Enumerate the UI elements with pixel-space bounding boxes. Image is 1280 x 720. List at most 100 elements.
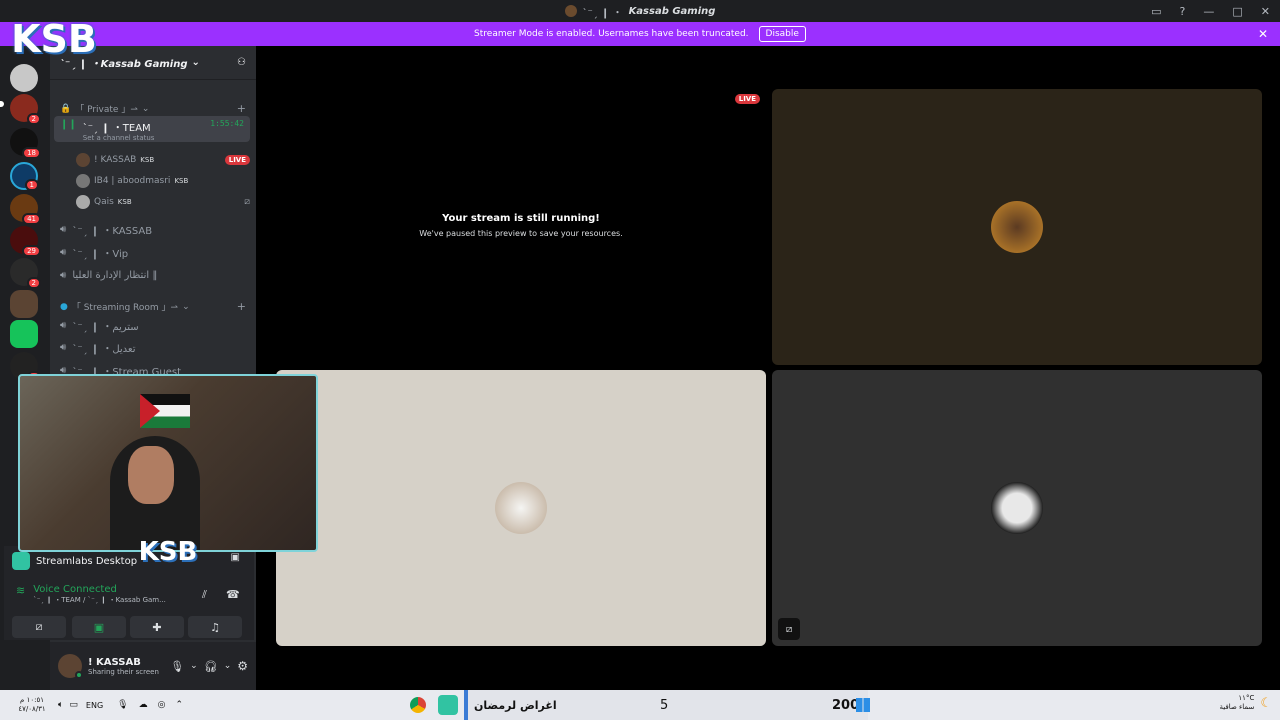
chevron-down-icon: ⌄ xyxy=(191,57,200,68)
soundboard-icon: ♫ xyxy=(210,620,220,634)
inbox-icon[interactable]: ▭ xyxy=(1151,5,1161,18)
voice-channel-vip[interactable]: 🔊︎ ˋ⁻ˏ ❙ ・Vip xyxy=(54,241,250,263)
taskbar: ١٠:٥١ م ٤٧/٠٨/٣١ 🔈︎ ▭ ENG 🎙︎ ☁ ◎ ⌃ اغراض… xyxy=(0,690,1280,720)
share-screen-button[interactable]: ▣ xyxy=(72,616,126,638)
volume-icon[interactable]: 🔈︎ xyxy=(58,700,63,710)
server-avatar-icon xyxy=(564,5,577,17)
minimize-button[interactable]: — xyxy=(1203,5,1214,18)
windows-start-icon[interactable] xyxy=(856,698,870,712)
server-icon[interactable]: 29 xyxy=(10,226,41,257)
server-icon[interactable]: 2 xyxy=(10,258,41,289)
stream-grid: LIVE Your stream is still running! We've… xyxy=(256,46,1280,690)
chrome-icon[interactable] xyxy=(410,697,426,713)
search-promo[interactable]: اغراض لرمضان 5 200 xyxy=(464,690,868,720)
soundboard-button[interactable]: ♫ xyxy=(188,616,242,638)
user-bar: ! KASSAB Sharing their screen 🎙︎ ⌄ 🎧︎ ⌄ … xyxy=(50,642,256,690)
activities-button[interactable]: ✚ xyxy=(130,616,184,638)
language-indicator[interactable]: ENG xyxy=(86,701,103,710)
chevron-down-icon[interactable]: ⌄ xyxy=(190,661,198,671)
settings-gear-icon[interactable]: ⚙ xyxy=(237,659,248,673)
weather-desc: سماء صافية xyxy=(1219,703,1255,711)
clock[interactable]: ١٠:٥١ م ٤٧/٠٨/٣١ xyxy=(12,696,52,714)
muted-icon: ⧄ xyxy=(778,618,800,640)
window-title-text: Kassab Gaming xyxy=(628,5,716,17)
close-banner-icon[interactable]: ✕ xyxy=(1258,27,1268,41)
chevron-down-icon: ⌄ xyxy=(141,103,150,114)
noise-suppression-icon[interactable]: ⫽ xyxy=(202,588,207,602)
streamlabs-icon[interactable] xyxy=(438,695,458,715)
live-badge: LIVE xyxy=(224,155,250,165)
voice-connected[interactable]: Voice Connected xyxy=(33,584,166,595)
participant-tile[interactable] xyxy=(276,370,766,646)
voice-status: ≋ Voice Connected ˋ⁻ˏ ❙ ・TEAM / ˋ⁻ˏ ❙ ・K… xyxy=(16,584,166,605)
channel-name: ˋ⁻ˏ ❙ ・Vip xyxy=(72,248,129,260)
microphone-icon[interactable]: 🎙︎ xyxy=(117,700,128,710)
user-name: IB4 | aboodmasri xyxy=(94,176,171,186)
user-name: ! KASSAB xyxy=(94,155,137,165)
participant-avatar xyxy=(991,482,1043,534)
participant-tile[interactable] xyxy=(772,89,1262,365)
logo-text: KSB xyxy=(138,537,198,567)
voice-channel-edit[interactable]: 🔊︎ ˋ⁻ˏ ❙ ・تعديل xyxy=(54,336,250,358)
avatar xyxy=(76,174,90,188)
maximize-button[interactable]: □ xyxy=(1232,5,1242,18)
disconnect-icon[interactable]: ☎ xyxy=(226,588,240,601)
server-icon[interactable]: 1 xyxy=(10,162,39,191)
voice-user[interactable]: IB4 | aboodmasri KSB xyxy=(76,171,250,191)
channel-name: انتظار الإدارة العليا ‖ xyxy=(72,269,158,281)
participant-avatar xyxy=(495,482,547,534)
server-icon[interactable]: 18 xyxy=(10,128,41,159)
screen-share-icon: ▣ xyxy=(93,620,105,634)
activities-icon: ✚ xyxy=(152,620,162,634)
weather-widget[interactable]: ١١°C سماء صافية ☾ xyxy=(1219,694,1272,712)
server-icon[interactable] xyxy=(10,290,38,318)
channel-name: ˋ⁻ˏ ❙ ・ستريم xyxy=(72,321,139,333)
clock-time: ١٠:٥١ م xyxy=(20,696,44,704)
headphones-icon[interactable]: 🎧︎ xyxy=(204,660,218,673)
server-icon[interactable]: 41 xyxy=(10,194,41,225)
voice-user[interactable]: Qais KSB ⧄ xyxy=(76,192,250,212)
server-icon[interactable]: 2 xyxy=(10,94,41,125)
channel-name: ˋ⁻ˏ ❙ ・KASSAB xyxy=(72,225,153,237)
voice-channel-team[interactable]: ❙❙ ˋ⁻ˏ ❙ ・TEAM Set a channel status 1:55… xyxy=(54,116,250,142)
app-name: Streamlabs Desktop xyxy=(36,555,138,567)
microphone-icon[interactable]: 🎙︎ xyxy=(170,660,184,673)
camera-button[interactable]: ⧄ xyxy=(12,616,66,638)
add-channel-icon[interactable]: + xyxy=(237,102,246,115)
stream-tile-self[interactable]: LIVE Your stream is still running! We've… xyxy=(276,89,766,365)
chevron-up-icon[interactable]: ⌃ xyxy=(175,700,183,710)
invite-icon[interactable]: ⚇ xyxy=(237,57,246,68)
streamlabs-row[interactable]: Streamlabs Desktop xyxy=(12,552,137,570)
server-icon[interactable] xyxy=(10,320,38,348)
lock-icon: 🔒 xyxy=(60,103,72,114)
avatar[interactable] xyxy=(58,654,83,679)
speaker-icon: 🔊︎ xyxy=(60,341,67,353)
title-bar: ˋ⁻ˏ ❙ ・ Kassab Gaming ▭ ? — □ ✕ xyxy=(0,0,1280,22)
voice-channel-path: ˋ⁻ˏ ❙ ・TEAM / ˋ⁻ˏ ❙ ・Kassab Gam... xyxy=(33,596,166,604)
signal-icon[interactable]: ≋ xyxy=(16,584,25,605)
weather-temp: ١١°C xyxy=(1238,694,1255,702)
disable-button[interactable]: Disable xyxy=(758,26,806,42)
discord-tray-icon[interactable]: ◎ xyxy=(158,700,166,710)
category-label: 「 Private 」⇀ xyxy=(75,105,138,115)
voice-channel-admin[interactable]: 🔊︎ انتظار الإدارة العليا ‖ xyxy=(54,264,250,286)
category-streaming[interactable]: ● 「 Streaming Room 」⇀ ⌄ + xyxy=(60,300,246,313)
category-private[interactable]: 🔒 「 Private 」⇀ ⌄ + xyxy=(60,102,246,115)
cloud-icon[interactable]: ☁ xyxy=(139,700,148,710)
channel-status[interactable]: Set a channel status xyxy=(83,134,155,142)
participant-tile[interactable]: ⧄ xyxy=(772,370,1262,646)
add-channel-icon[interactable]: + xyxy=(237,300,246,313)
network-icon[interactable]: ▭ xyxy=(69,700,78,710)
mention-badge: 29 xyxy=(22,245,41,257)
chevron-down-icon: ⌄ xyxy=(182,301,190,312)
logo-text: KSB xyxy=(11,17,97,61)
participant-avatar xyxy=(991,201,1043,253)
screen-share-icon[interactable]: ▣ xyxy=(231,552,240,563)
voice-user[interactable]: ! KASSAB KSB LIVE xyxy=(76,150,250,170)
voice-channel-stream[interactable]: 🔊︎ ˋ⁻ˏ ❙ ・ستريم xyxy=(54,314,250,336)
help-icon[interactable]: ? xyxy=(1180,5,1186,18)
voice-channel-kassab[interactable]: 🔊︎ ˋ⁻ˏ ❙ ・KASSAB xyxy=(54,218,250,240)
chevron-down-icon[interactable]: ⌄ xyxy=(224,661,232,671)
channel-timer: 1:55:42 xyxy=(210,119,244,128)
close-window-button[interactable]: ✕ xyxy=(1261,5,1270,18)
